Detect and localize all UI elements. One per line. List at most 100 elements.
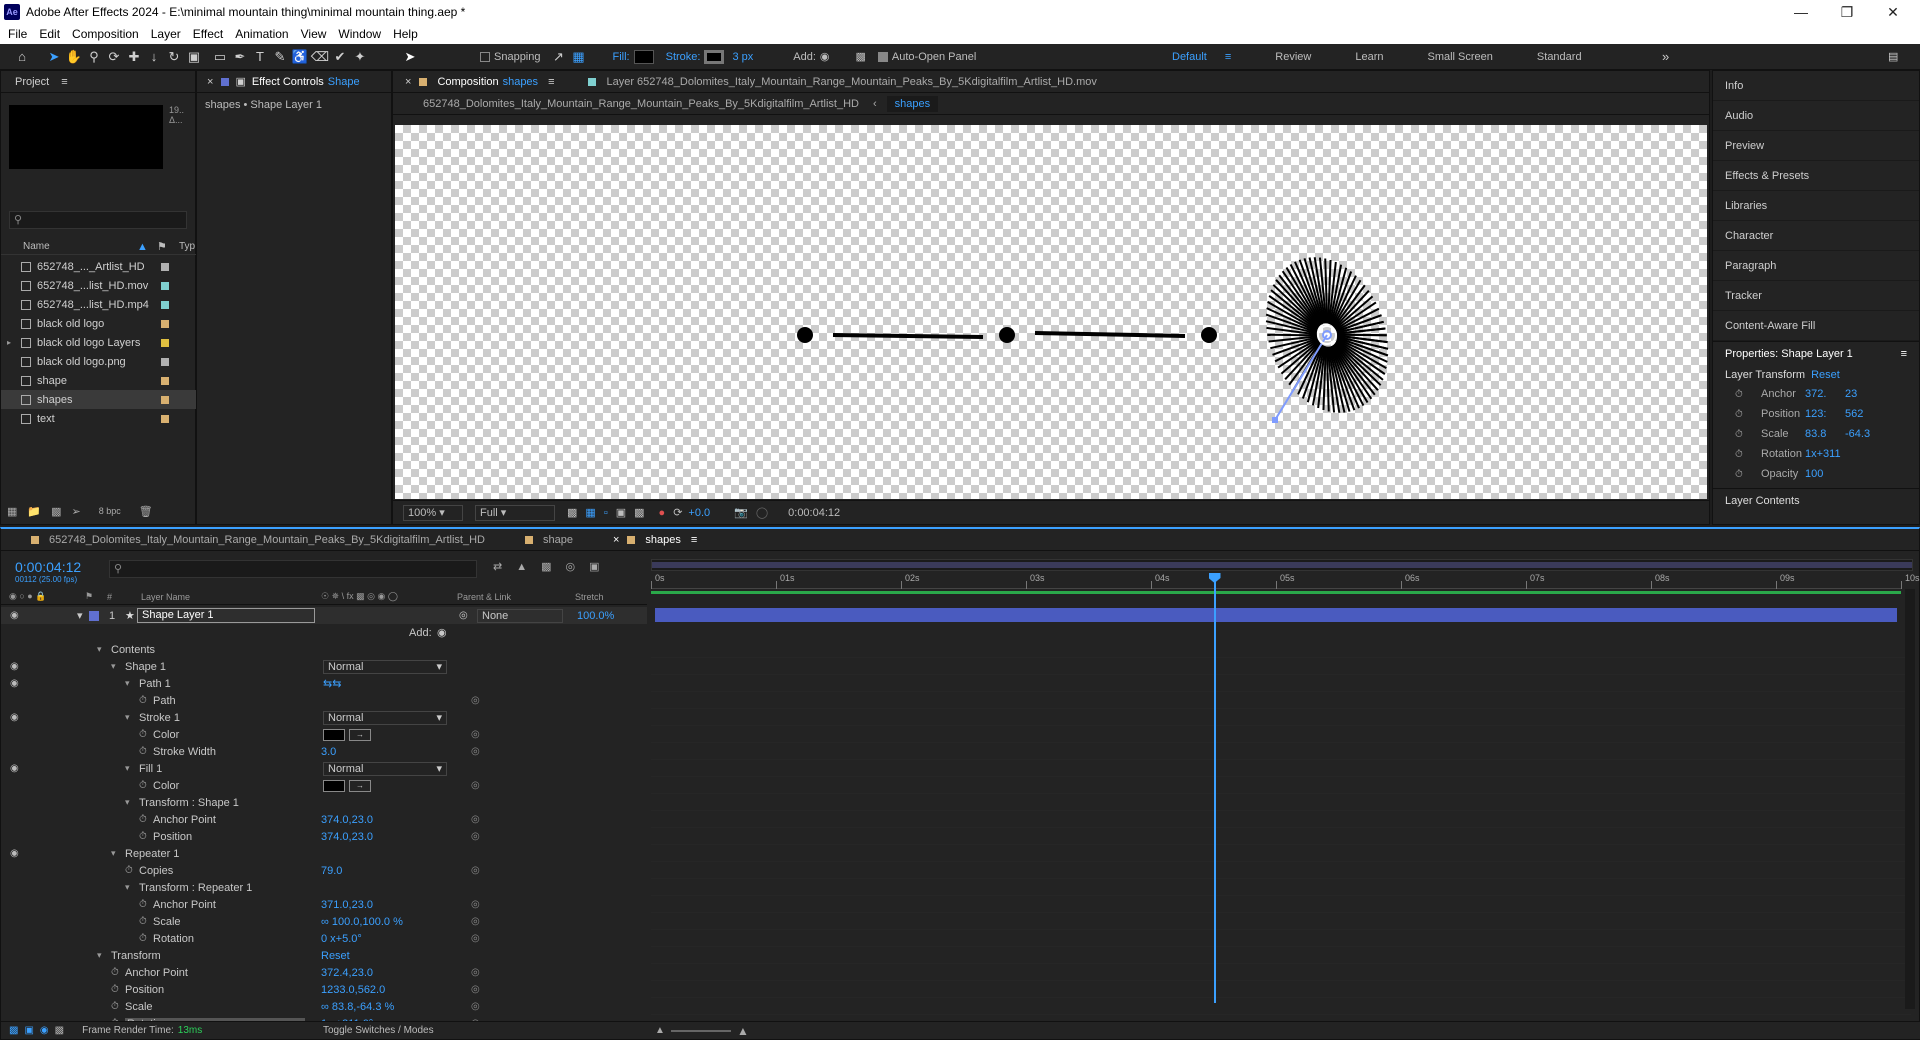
pen-tool-icon[interactable]: ✒ [230,47,250,67]
panel-toggle-icon[interactable]: ▤ [1888,50,1898,63]
dolly-tool-icon[interactable]: ↓ [144,47,164,67]
timeline-property-row[interactable]: ⏱ Color → ◎ [1,726,647,743]
property-value-2[interactable]: 562 [1845,408,1863,420]
menu-help[interactable]: Help [393,27,418,41]
label-color-swatch[interactable] [161,395,169,404]
pick-whip-icon[interactable]: ◎ [471,814,480,825]
playhead[interactable] [1208,573,1221,1003]
stopwatch-icon[interactable]: ⏱ [1735,449,1743,460]
render-time-icon[interactable]: ▩ [55,1025,64,1036]
project-item[interactable]: shape [1,371,197,390]
timeline-search-input[interactable]: ⚲ [109,560,477,578]
snap-grid-icon[interactable]: ▦ [569,47,589,67]
parent-select[interactable]: None [477,608,563,623]
blend-mode-select[interactable]: Normal [323,761,447,776]
twirl-icon[interactable]: ▾ [97,950,102,961]
label-color-swatch[interactable] [161,262,169,271]
transparency-grid-icon[interactable]: ▦ [585,506,595,519]
color-swatch[interactable] [323,728,345,741]
composition-tab-name[interactable]: shapes [503,76,538,88]
label-color-swatch[interactable] [161,300,169,309]
menu-layer[interactable]: Layer [151,27,181,41]
comp-flowchart-icon[interactable]: ⇄ [493,560,502,573]
layer-transform-reset[interactable]: Reset [1811,369,1840,381]
menu-window[interactable]: Window [338,27,381,41]
project-item[interactable]: shapes [1,390,197,409]
path-direction-icons[interactable]: ⇆⇆ [323,677,341,690]
visibility-eye-icon[interactable]: ◉ [10,678,19,689]
visibility-eye-icon[interactable]: ◉ [10,661,19,672]
panel-menu-icon[interactable]: ≡ [691,534,697,546]
work-area-range[interactable] [652,562,1912,568]
gizmo-handle[interactable] [1272,417,1278,423]
rotate-tool-icon[interactable]: ↻ [164,47,184,67]
project-item[interactable]: black old logo [1,314,197,333]
timeline-property-row[interactable]: ⏱ Scale ∞ 100.0,100.0 % ◎ [1,913,647,930]
twirl-icon[interactable]: ▾ [125,882,130,893]
timeline-property-row[interactable]: ▾ Transform : Shape 1 [1,794,647,811]
resolution-select[interactable]: Full ▾ [475,504,555,521]
transfer-controls-icon[interactable]: ▣ [24,1025,33,1036]
layer-tab[interactable]: Layer 652748_Dolomites_Italy_Mountain_Ra… [606,76,1096,88]
panel-info[interactable]: Info [1713,71,1919,101]
stroke-width[interactable]: 3 px [732,51,753,63]
timeline-property-row[interactable]: ◉ ▾ Shape 1 Normal [1,658,647,675]
panel-libraries[interactable]: Libraries [1713,191,1919,221]
timeline-property-row[interactable]: ◉ ▾ Path 1 ⇆⇆ [1,675,647,692]
color-swatch[interactable] [323,779,345,792]
timeline-property-row[interactable]: ⏱ Position 374.0,23.0 ◎ [1,828,647,845]
close-tab-icon[interactable]: × [613,534,619,546]
menu-view[interactable]: View [301,27,327,41]
exposure-value[interactable]: +0.0 [688,507,710,519]
panel-tracker[interactable]: Tracker [1713,281,1919,311]
close-tab-icon[interactable]: × [405,76,411,88]
property-value[interactable]: 79.0 [321,865,342,877]
label-color-swatch[interactable] [161,319,169,328]
menu-animation[interactable]: Animation [235,27,288,41]
interpret-footage-icon[interactable]: ▦ [7,505,17,518]
layer-row[interactable]: ◉ ▾ 1 ★ Shape Layer 1 ◎ None 100.0% [1,607,647,624]
auto-open-checkbox[interactable] [877,51,888,62]
puppet-pin-icon[interactable]: ✦ [350,47,370,67]
add-icon[interactable]: ◉ [437,626,447,639]
visibility-eye-icon[interactable]: ◉ [10,712,19,723]
timeline-property-row[interactable]: ⏱ Anchor Point 374.0,23.0 ◎ [1,811,647,828]
snapping-checkbox[interactable] [480,51,490,62]
composition-viewer[interactable] [395,125,1707,499]
stopwatch-icon[interactable]: ⏱ [139,831,147,842]
workspace-review[interactable]: Review [1275,51,1311,63]
stopwatch-icon[interactable]: ⏱ [139,780,147,791]
shy-layers-icon[interactable]: ▩ [541,560,551,573]
label-color-swatch[interactable] [161,357,169,366]
stopwatch-icon[interactable]: ⏱ [139,916,147,927]
blend-mode-select[interactable]: Normal [323,659,447,674]
zoom-out-icon[interactable]: ▲ [655,1025,665,1036]
property-value[interactable]: 374.0,23.0 [321,814,373,826]
new-comp-icon[interactable]: ▩ [51,505,61,518]
layer-label-color[interactable] [89,610,99,621]
region-of-interest-icon[interactable]: ▩ [567,506,577,519]
stopwatch-icon[interactable]: ⏱ [139,729,147,740]
fill-swatch[interactable] [633,49,654,64]
panel-menu-icon[interactable]: ≡ [1901,348,1907,360]
workspace-standard[interactable]: Standard [1537,51,1582,63]
fill-label[interactable]: Fill: [613,51,630,63]
project-search-input[interactable]: ⚲ [9,211,187,229]
property-value-1[interactable]: 83.8 [1805,428,1826,440]
property-value[interactable]: 3.0 [321,746,336,758]
twirl-icon[interactable]: ▾ [125,797,130,808]
property-value[interactable]: 371.0,23.0 [321,899,373,911]
twirl-icon[interactable]: ▾ [125,678,130,689]
3d-view-icon[interactable]: ▩ [856,50,866,63]
show-snapshot-icon[interactable]: ◯ [756,506,768,519]
timeline-property-row[interactable]: ◉ ▾ Repeater 1 [1,845,647,862]
menu-file[interactable]: File [8,27,27,41]
snapping-toggle[interactable]: Snapping [480,51,541,63]
delete-icon[interactable]: 🗑 [139,505,153,518]
pick-whip-icon[interactable]: ◎ [471,916,480,927]
close-tab-icon[interactable]: × [207,76,213,88]
restore-button[interactable]: ❐ [1824,0,1870,24]
property-value[interactable]: 0 x+5.0° [321,933,362,945]
parent-column[interactable]: Parent & Link [457,592,511,602]
project-item[interactable]: black old logo.png [1,352,197,371]
